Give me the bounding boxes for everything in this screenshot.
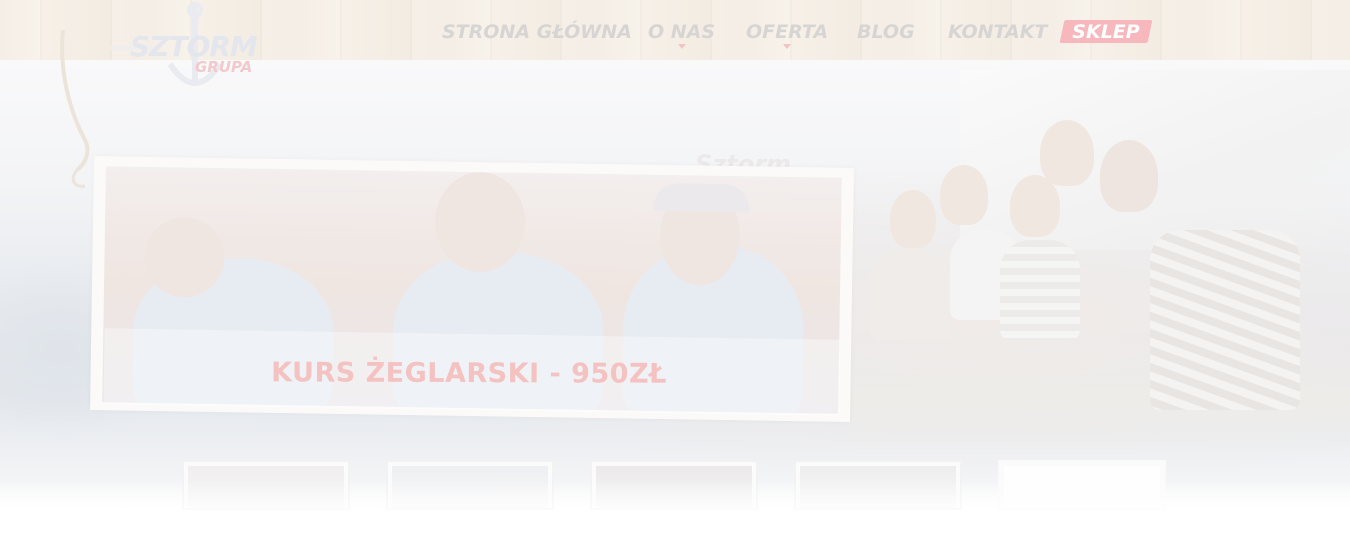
shop-button[interactable]: SKLEP: [1062, 18, 1150, 46]
nav-item-contact[interactable]: KONTAKT: [948, 18, 1047, 46]
hero-person-torso: [870, 250, 950, 340]
hero-person-head: [1010, 175, 1060, 237]
hero-person-head: [1100, 140, 1158, 212]
nav-item-offer-label: OFERTA: [746, 21, 829, 43]
slide-caption-link[interactable]: KURS ŻEGLARSKI - 950ZŁ: [104, 351, 834, 398]
nav-item-home[interactable]: STRONA GŁÓWNA: [442, 18, 632, 46]
bottom-fade-overlay: [0, 480, 1350, 540]
hero-person-torso: [1000, 240, 1080, 340]
chevron-down-icon: [677, 44, 686, 49]
hero-person-torso: [1150, 230, 1300, 410]
nav-item-blog[interactable]: BLOG: [857, 18, 915, 46]
page: SZTORM GRUPA STRONA GŁÓWNA O NAS OFERTA …: [0, 0, 1350, 540]
nav-item-offer[interactable]: OFERTA: [746, 18, 829, 49]
logo-sub-text: GRUPA: [195, 58, 253, 76]
main-navigation: STRONA GŁÓWNA O NAS OFERTA BLOG KONTAKT …: [0, 0, 1350, 60]
cap-decoration: [653, 182, 750, 213]
hero-person-head: [1040, 120, 1094, 186]
hero-person-head: [940, 165, 988, 225]
nav-item-about-label: O NAS: [648, 21, 716, 43]
chevron-down-icon: [783, 44, 792, 49]
hero-person-head: [890, 190, 936, 248]
nav-item-about[interactable]: O NAS: [648, 18, 716, 49]
